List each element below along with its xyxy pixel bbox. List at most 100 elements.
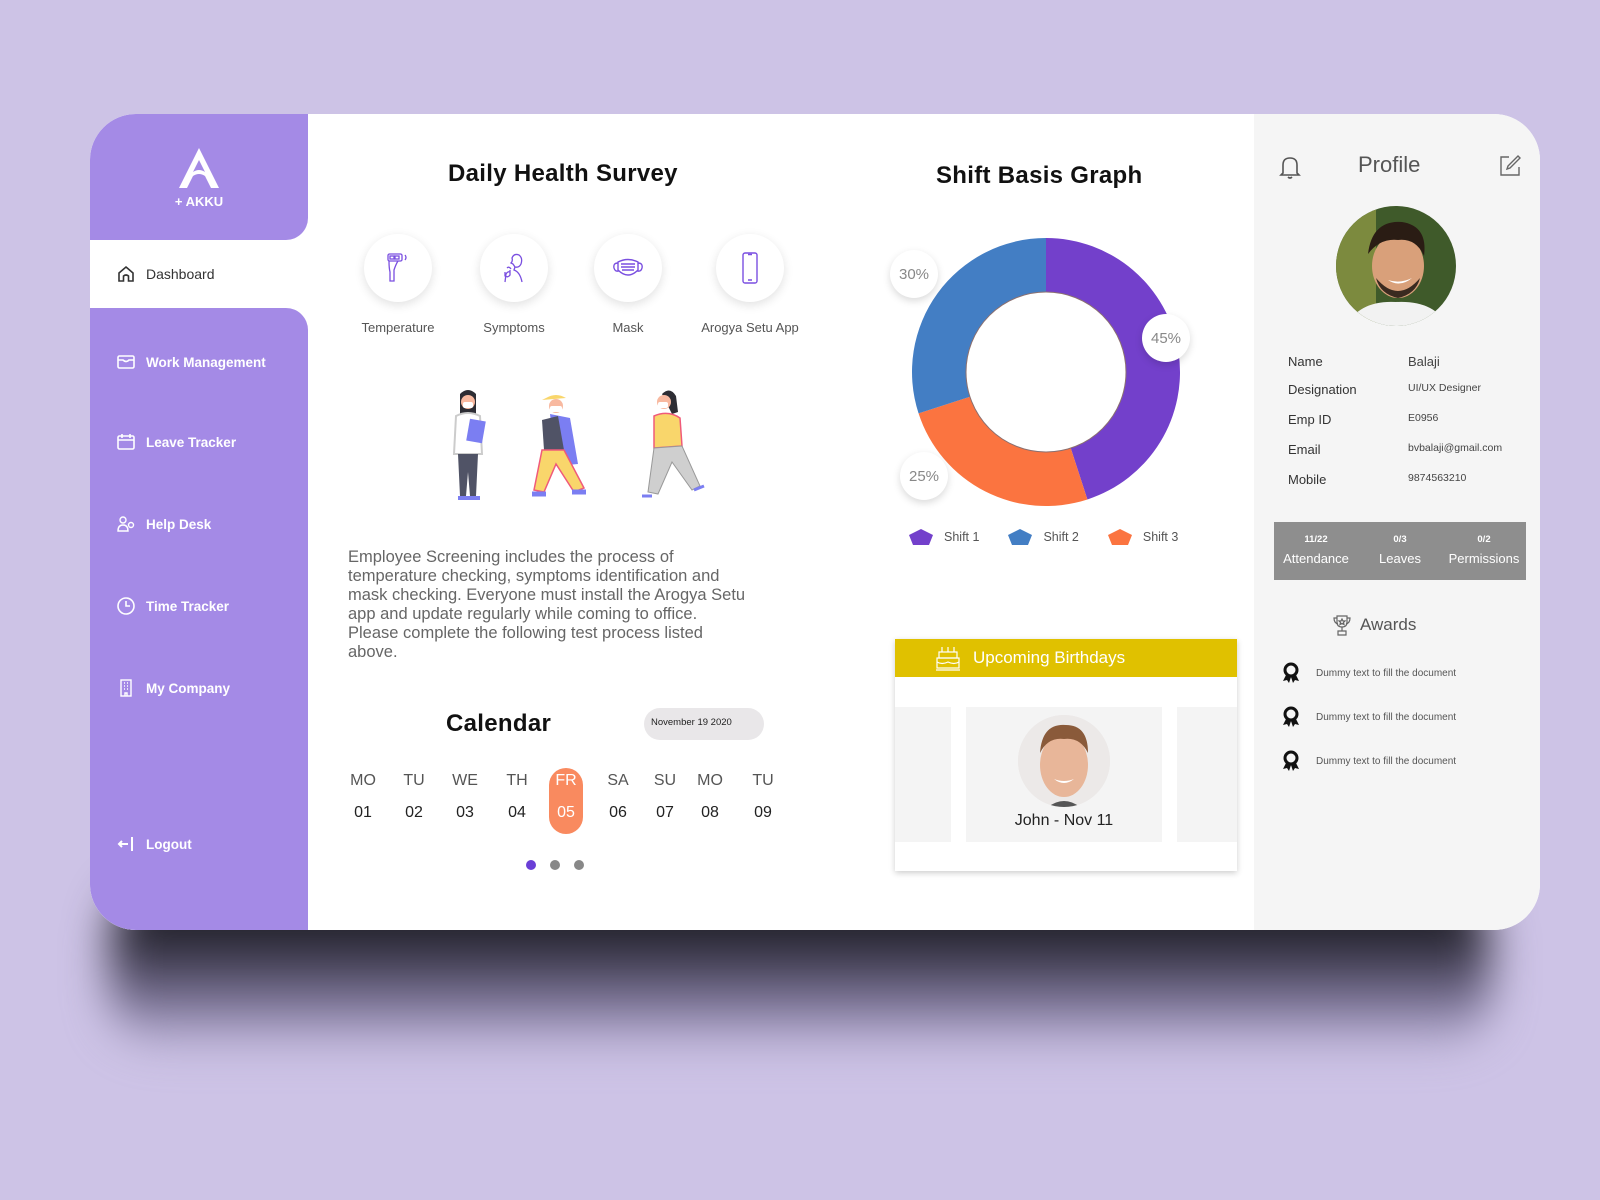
sidebar-item-my-company[interactable]: My Company <box>116 678 230 698</box>
field-value: 9874563210 <box>1408 472 1467 484</box>
legend-label: Shift 3 <box>1142 530 1179 544</box>
logout-button[interactable]: Logout <box>116 834 192 854</box>
calendar-day-name: WE <box>452 772 478 789</box>
stat-permissions[interactable]: 0/2 Permissions <box>1442 522 1526 580</box>
pagination-dot[interactable] <box>574 860 584 870</box>
donut-hole <box>965 291 1127 453</box>
award-text: Dummy text to fill the document <box>1316 755 1457 767</box>
sidebar-item-time-tracker[interactable]: Time Tracker <box>116 596 229 616</box>
calendar-pagination <box>526 860 584 870</box>
profile-title: Profile <box>1358 152 1421 177</box>
upcoming-birthdays-panel: Upcoming Birthdays John - Nov 11 <box>895 639 1237 871</box>
field-label: Emp ID <box>1288 412 1332 427</box>
profile-stats: 11/22 Attendance 0/3 Leaves 0/2 Permissions <box>1274 522 1526 580</box>
field-label: Designation <box>1288 382 1357 397</box>
profile-field-email: Email bvbalaji@gmail.com <box>1288 442 1528 457</box>
calendar-day-name: TH <box>506 772 528 789</box>
calendar-day-date: 06 <box>609 804 627 821</box>
field-value: E0956 <box>1408 412 1439 424</box>
sidebar-item-help-desk[interactable]: Help Desk <box>116 514 211 534</box>
profile-field-emp-id: Emp ID E0956 <box>1288 412 1528 427</box>
stat-value: 0/3 <box>1393 534 1407 545</box>
birthday-card-next[interactable] <box>1177 707 1237 842</box>
legend-label: Shift 2 <box>1043 530 1079 544</box>
calendar-day[interactable]: FR 05 <box>549 768 583 834</box>
sidebar-item-label: Help Desk <box>146 516 212 532</box>
legend-item-shift-2[interactable]: Shift 2 <box>1007 528 1079 546</box>
brand-header: + AKKU <box>90 114 308 240</box>
award-item: Dummy text to fill the document <box>1282 662 1456 684</box>
shift-graph-title: Shift Basis Graph <box>936 162 1143 189</box>
calendar-day[interactable]: TH 04 <box>500 768 534 834</box>
pentagon-marker-icon <box>1107 529 1132 545</box>
trophy-icon <box>1333 615 1351 636</box>
calendar-title: Calendar <box>446 710 552 737</box>
sidebar-item-dashboard[interactable]: Dashboard <box>90 240 308 308</box>
home-icon <box>118 265 134 282</box>
calendar-day-date: 02 <box>405 804 423 821</box>
legend-item-shift-3[interactable]: Shift 3 <box>1107 528 1178 546</box>
calendar-day[interactable]: MO 08 <box>693 768 727 834</box>
award-text: Dummy text to fill the document <box>1316 711 1457 723</box>
calendar-day-name: MO <box>350 772 376 789</box>
profile-avatar[interactable] <box>1336 206 1456 326</box>
survey-label: Symptoms <box>483 320 545 335</box>
survey-item-mask[interactable]: Mask <box>568 234 688 335</box>
sidebar: + AKKU Dashboard Work Management Leave T… <box>90 114 308 930</box>
chart-legend: Shift 1 Shift 2 Shift 3 <box>908 528 1178 546</box>
survey-item-arogya-setu[interactable]: Arogya Setu App <box>690 234 810 335</box>
akku-logo-icon <box>179 147 219 188</box>
calendar-day-name: MO <box>697 772 723 789</box>
calendar-day-name: TU <box>403 772 425 789</box>
calendar-day[interactable]: WE 03 <box>448 768 482 834</box>
award-item: Dummy text to fill the document <box>1282 706 1456 728</box>
calendar-date-picker[interactable]: November 19 2020 <box>644 708 764 740</box>
logout-label: Logout <box>146 836 192 852</box>
edit-icon[interactable] <box>1498 154 1522 178</box>
sidebar-item-label: Time Tracker <box>146 598 230 614</box>
bell-icon[interactable] <box>1278 154 1302 180</box>
birthday-card[interactable]: John - Nov 11 <box>966 707 1162 842</box>
calendar-day-date: 01 <box>354 804 372 821</box>
survey-description: Employee Screening includes the process … <box>348 548 746 661</box>
birthday-card-prev[interactable] <box>895 707 951 842</box>
calendar-day[interactable]: TU 02 <box>397 768 431 834</box>
sidebar-item-leave-tracker[interactable]: Leave Tracker <box>116 432 236 452</box>
pagination-dot[interactable] <box>550 860 560 870</box>
calendar-day[interactable]: TU 09 <box>746 768 780 834</box>
stat-value: 0/2 <box>1477 534 1491 545</box>
survey-label: Mask <box>612 320 644 335</box>
profile-panel: Profile Name Balaji Designation UI/UX Desig… <box>1254 114 1540 930</box>
field-value: Balaji <box>1408 354 1440 369</box>
survey-item-temperature[interactable]: Temperature <box>338 234 458 335</box>
survey-icon-circle <box>594 234 662 302</box>
stat-leaves[interactable]: 0/3 Leaves <box>1358 522 1442 580</box>
survey-label: Arogya Setu App <box>701 320 799 335</box>
stat-label: Permissions <box>1448 551 1520 566</box>
stat-attendance[interactable]: 11/22 Attendance <box>1274 522 1358 580</box>
birthday-cake-icon <box>936 647 960 671</box>
sidebar-item-label: Dashboard <box>146 266 215 282</box>
birthdays-header: Upcoming Birthdays <box>895 639 1237 677</box>
survey-title: Daily Health Survey <box>448 160 678 187</box>
survey-item-symptoms[interactable]: Symptoms <box>454 234 574 335</box>
clock-icon <box>117 597 135 615</box>
calendar-icon <box>117 434 135 450</box>
birthday-name: John - Nov 11 <box>1014 812 1114 829</box>
sidebar-item-label: My Company <box>146 680 231 696</box>
calendar-day[interactable]: SA 06 <box>601 768 635 834</box>
pagination-dot[interactable] <box>526 860 536 870</box>
legend-swatch <box>1008 529 1033 545</box>
calendar-day[interactable]: MO 01 <box>346 768 380 834</box>
award-ribbon-icon <box>1283 750 1299 771</box>
awards-heading: Awards <box>1332 614 1416 636</box>
legend-item-shift-1[interactable]: Shift 1 <box>908 528 979 546</box>
calendar-day-name: SA <box>607 772 629 789</box>
profile-field-name: Name Balaji <box>1288 354 1528 369</box>
survey-icon-circle <box>364 234 432 302</box>
field-label: Mobile <box>1288 472 1327 487</box>
calendar-day[interactable]: SU 07 <box>648 768 682 834</box>
calendar-day-name: FR <box>555 772 577 789</box>
sidebar-item-work-management[interactable]: Work Management <box>116 352 266 372</box>
field-label: Name <box>1288 354 1323 369</box>
